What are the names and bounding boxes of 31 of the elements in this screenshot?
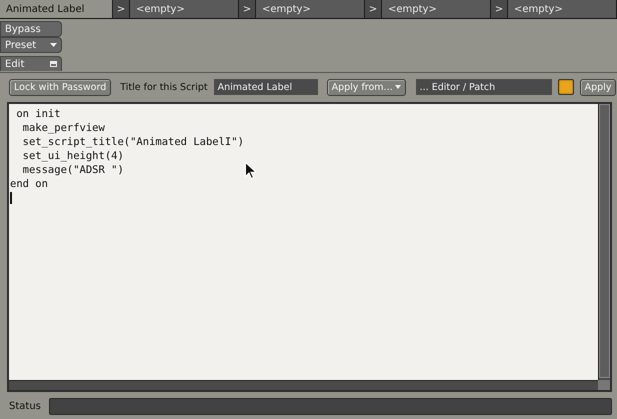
window-icon — [50, 61, 57, 67]
slot-tab[interactable]: <empty> — [256, 0, 365, 18]
preset-dropdown[interactable]: Preset — [0, 37, 62, 53]
slot-tab[interactable]: <empty> — [508, 0, 617, 18]
edit-tab[interactable]: Edit — [0, 56, 62, 71]
slot-tab[interactable]: <empty> — [382, 0, 491, 18]
source-field[interactable]: ... Editor / Patch — [416, 79, 552, 95]
scrollbar-corner — [598, 380, 610, 390]
slot-tab[interactable]: <empty> — [130, 0, 239, 18]
code-line: message("ADSR ") — [22, 163, 124, 177]
caret-icon — [394, 85, 401, 89]
code-line: end on — [10, 177, 48, 191]
script-title-label: Title for this Script — [120, 82, 208, 92]
code-line: on init — [15, 107, 61, 121]
indicator[interactable] — [558, 79, 574, 95]
bypass-button[interactable]: Bypass — [0, 21, 62, 37]
apply-button[interactable]: Apply — [580, 78, 616, 96]
status-label: Status — [9, 401, 41, 412]
code-editor[interactable]: on init make_perfview set_script_title("Animated LabelI") set_ui_height(4) message("ADSR ") end on — [9, 104, 598, 380]
horizontal-scrollbar[interactable] — [9, 380, 598, 390]
script-title-field[interactable]: Animated Label — [214, 79, 318, 95]
pointer-icon — [245, 162, 256, 179]
code-line: set_script_title("Animated LabelI") — [22, 135, 244, 149]
code-line: set_ui_height(4) — [22, 149, 124, 163]
lock-button[interactable]: Lock with Password — [9, 78, 112, 96]
slot-tab[interactable]: Animated Label — [0, 0, 113, 18]
code-line: make_perfview — [22, 121, 105, 135]
caret-icon — [50, 43, 57, 47]
text-cursor — [10, 192, 12, 204]
apply-from-dropdown[interactable]: Apply from... — [326, 78, 406, 96]
vertical-scrollbar[interactable] — [598, 104, 610, 380]
